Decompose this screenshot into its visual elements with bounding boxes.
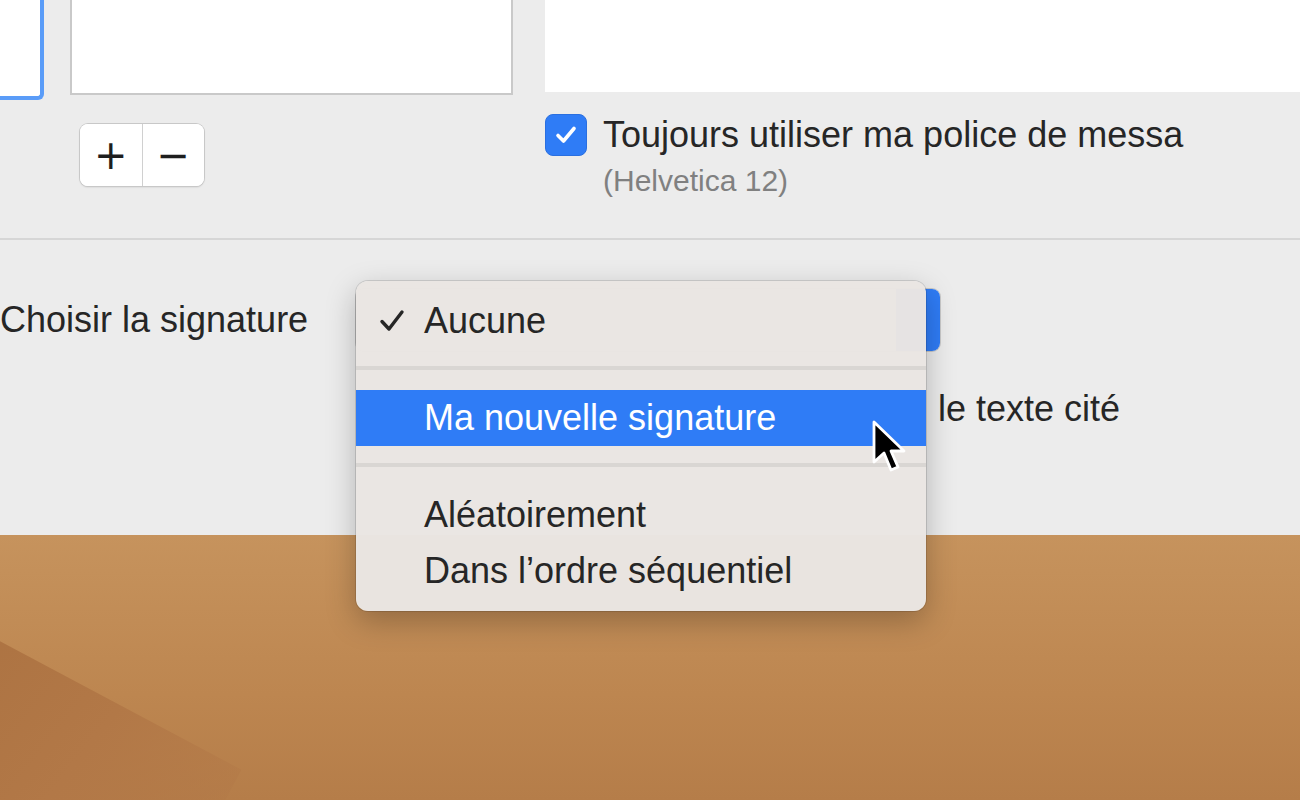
- signature-menu: Aucune Ma nouvelle signature Aléatoirement…: [356, 281, 926, 611]
- menu-item-label: Dans l’ordre séquentiel: [424, 550, 812, 592]
- quote-option-label: le texte cité: [938, 388, 1120, 429]
- add-button[interactable]: +: [80, 124, 143, 186]
- tick-slot: [356, 306, 424, 336]
- menu-item[interactable]: Dans l’ordre séquentiel: [356, 543, 926, 599]
- signature-list[interactable]: [70, 0, 513, 95]
- menu-item[interactable]: Aléatoirement: [356, 487, 926, 543]
- lists: [0, 0, 545, 100]
- menu-item-label: Ma nouvelle signature: [424, 397, 796, 439]
- signature-label: Choisir la signature: [0, 299, 356, 341]
- remove-button[interactable]: −: [143, 124, 205, 186]
- font-option: Toujours utiliser ma police de messa: [545, 114, 1300, 156]
- lists-column: +−: [0, 0, 545, 238]
- add-remove-buttons: +−: [80, 124, 204, 186]
- menu-separator: [356, 463, 926, 467]
- menu-item[interactable]: Ma nouvelle signature: [356, 390, 926, 446]
- font-checkbox[interactable]: [545, 114, 587, 156]
- mouse-pointer-icon: [872, 420, 912, 476]
- dune-shadow: [0, 535, 241, 800]
- signature-editor[interactable]: [545, 0, 1300, 92]
- menu-item[interactable]: Aucune: [356, 293, 926, 349]
- account-list[interactable]: [0, 0, 44, 100]
- font-detail: (Helvetica 12): [603, 164, 1300, 198]
- font-option-label: Toujours utiliser ma police de messa: [603, 114, 1183, 156]
- signature-editor-section: +− Toujours utiliser ma police de messa (H…: [0, 0, 1300, 240]
- editor-column: Toujours utiliser ma police de messa (Hel…: [545, 0, 1300, 238]
- checkmark-icon: [377, 306, 407, 336]
- check-icon: [552, 121, 580, 149]
- screen: +− Toujours utiliser ma police de messa (H…: [0, 0, 1300, 800]
- menu-separator: [356, 366, 926, 370]
- menu-item-label: Aucune: [424, 300, 566, 342]
- menu-item-label: Aléatoirement: [424, 494, 666, 536]
